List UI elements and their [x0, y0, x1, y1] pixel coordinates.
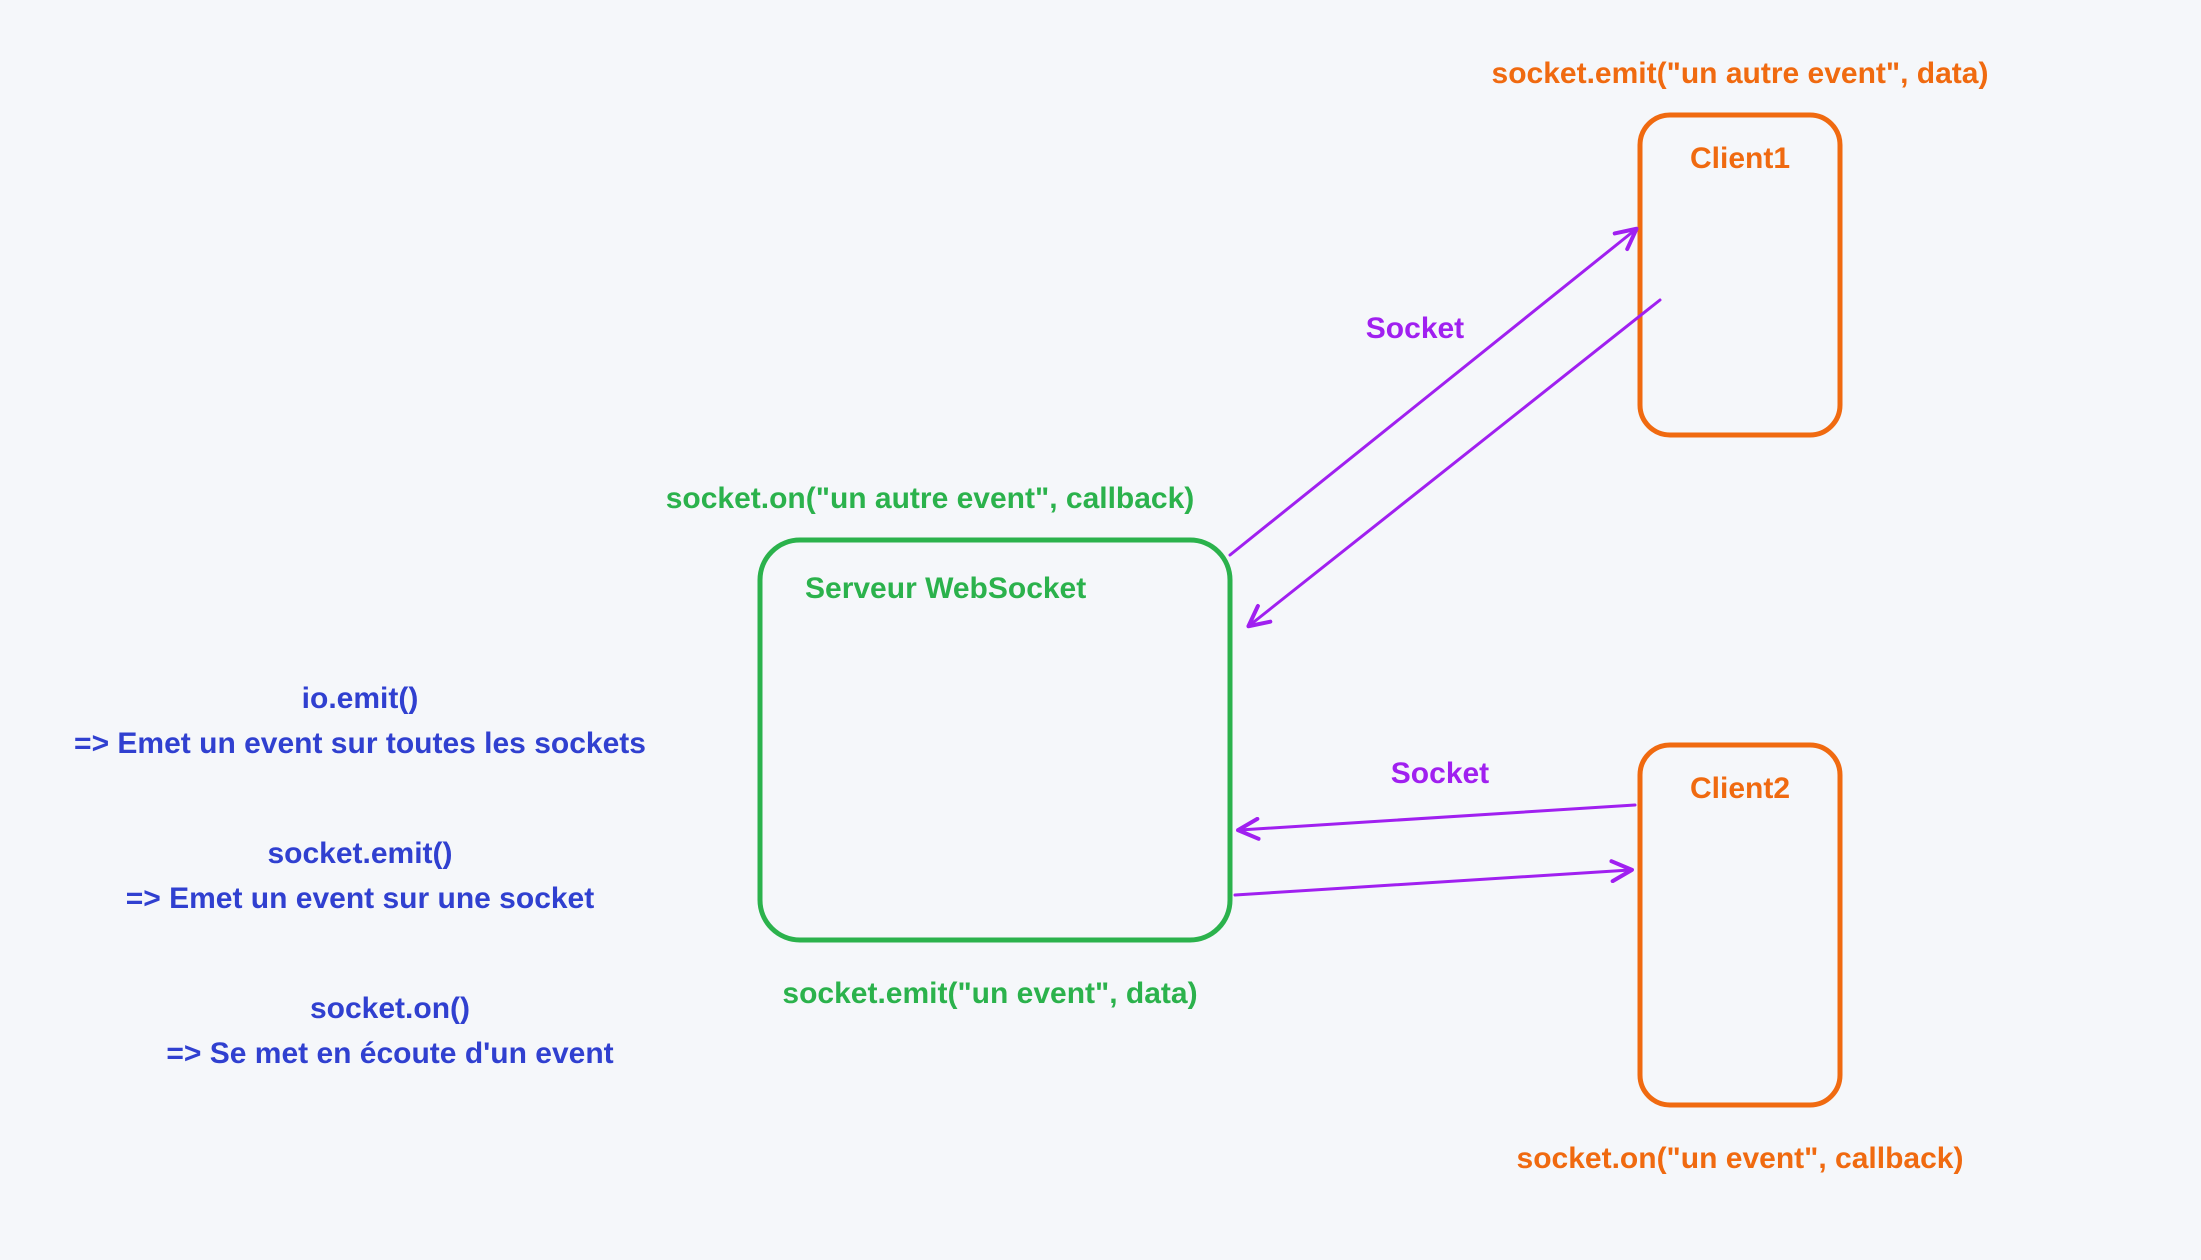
socket-arrow-from-client2 — [1240, 805, 1635, 830]
client1-caption: socket.emit("un autre event", data) — [1492, 57, 1989, 90]
note-socket-emit-desc: => Emet un event sur une socket — [126, 882, 595, 915]
note-socket-on-title: socket.on() — [310, 992, 470, 1025]
note-io-emit-title: io.emit() — [302, 682, 419, 715]
server-bottom-caption: socket.emit("un event", data) — [782, 977, 1197, 1010]
client2-caption: socket.on("un event", callback) — [1517, 1142, 1964, 1175]
server-top-caption: socket.on("un autre event", callback) — [666, 482, 1195, 515]
socket-arrow-to-client1 — [1230, 230, 1635, 555]
client2-label: Client2 — [1690, 772, 1790, 805]
note-io-emit-desc: => Emet un event sur toutes les sockets — [74, 727, 646, 760]
server-label: Serveur WebSocket — [805, 572, 1086, 605]
note-socket-emit-title: socket.emit() — [267, 837, 452, 870]
socket-arrow-from-client1 — [1250, 300, 1660, 625]
note-socket-on-desc: => Se met en écoute d'un event — [166, 1037, 613, 1070]
socket-label-client1: Socket — [1366, 312, 1464, 345]
socket-arrow-to-client2 — [1235, 870, 1630, 895]
client1-label: Client1 — [1690, 142, 1790, 175]
socket-label-client2: Socket — [1391, 757, 1489, 790]
